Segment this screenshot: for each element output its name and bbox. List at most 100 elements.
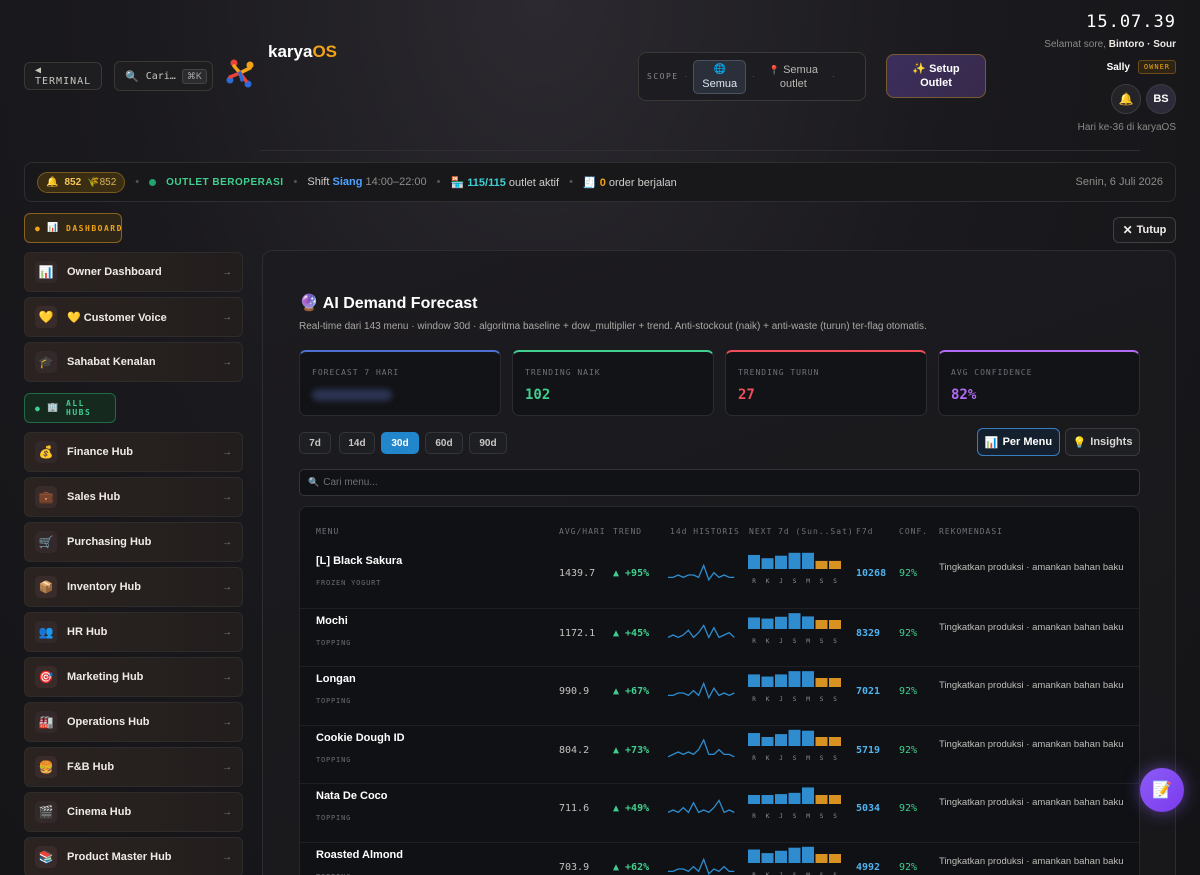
arrow-right-icon: → [222,626,232,638]
day-letter: K [766,578,770,585]
setup-outlet-button[interactable]: ✨ Setup Outlet [886,54,986,98]
scope-all-button[interactable]: 🌐 Semua [693,59,747,94]
forecast-bar [775,733,787,746]
kpi-card: TRENDING NAIK 102 [512,350,714,416]
terminal-button[interactable]: ◀ TERMINAL [24,62,102,90]
forecast-bar [815,795,828,804]
arrow-right-icon: → [222,581,232,593]
user-info: Sally OWNER [1107,60,1176,74]
sidebar-item-sahabat-kenalan[interactable]: 🎓 Sahabat Kenalan → [24,342,243,382]
menu-search-input[interactable]: 🔍 Cari menu... [299,469,1140,496]
period-tab-90d[interactable]: 90d [469,432,507,454]
sidebar-item-operations-hub[interactable]: 🏭 Operations Hub → [24,702,243,742]
day-letter: J [779,638,783,645]
forecast-table: MENU AVG/HARI TREND 14d HISTORIS NEXT 7d… [299,506,1140,875]
table-row[interactable]: [L] Black Sakura FROZEN YOGURT 1439.7 ▲ +95… [300,549,1139,607]
day-letter: M [806,872,810,875]
hub-icon: 🎬 [35,801,57,823]
table-row[interactable]: Cookie Dough ID TOPPING 804.2 ▲ +73% R K J S M S S… [300,724,1139,783]
period-tab-14d[interactable]: 14d [339,432,375,454]
hub-icon: 💼 [35,486,57,508]
sidebar-item-label: 💛 Customer Voice [67,311,167,324]
forecast-bar [815,736,828,746]
notification-button[interactable]: 🔔 [1111,84,1141,114]
sidebar-item-owner-dashboard[interactable]: 📊 Owner Dashboard → [24,252,243,292]
menu-name: Mochi [316,614,348,627]
forecast-bar [761,618,774,629]
day-letter: S [793,696,797,703]
forecast-bar [788,792,801,804]
forecast-bar [829,560,841,569]
day-letter: J [779,578,783,585]
section-all-hubs[interactable]: ● 🏢 ALL HUBS [24,393,116,423]
day-letter: S [833,813,837,820]
page-title: 🔮 AI Demand Forecast [299,295,478,312]
forecast-bar [802,671,814,687]
outlet-count: 🏪 115/115 outlet aktif [450,176,560,189]
sidebar-item-customer-voice[interactable]: 💛 💛 Customer Voice → [24,297,243,337]
recommendation: Tingkatkan produksi · amankan bahan baku [939,621,1124,633]
kpi-value: 82% [951,387,977,403]
arrow-right-icon: → [222,356,232,368]
day-letter: S [820,755,824,762]
col-f7d: F7d [856,527,874,536]
shift-info: Shift Siang 14:00–22:00 [307,176,427,188]
brand-name: karyaOS [268,42,337,61]
forecast-bar [788,612,801,629]
menu-category: TOPPING [316,755,352,764]
sidebar-item-f-b-hub[interactable]: 🍔 F&B Hub → [24,747,243,787]
menu-category: TOPPING [316,697,352,705]
sidebar-item-hr-hub[interactable]: 👥 HR Hub → [24,612,243,652]
table-row[interactable]: Longan TOPPING 990.9 ▲ +67% R K J S M S S 7021 92% Ti… [300,666,1139,724]
sidebar-item-purchasing-hub[interactable]: 🛒 Purchasing Hub → [24,522,243,562]
forecast-bar [761,795,774,804]
avg-per-day: 703.9 [559,861,590,873]
kpi-value-blurred [312,389,392,401]
period-tab-7d[interactable]: 7d [299,432,331,454]
table-row[interactable]: Mochi TOPPING 1172.1 ▲ +45% R K J S M S S 8329 92% Ti… [300,607,1139,666]
period-tab-30d[interactable]: 30d [381,432,419,454]
next7-bars: RKJSMSS [748,549,848,594]
hub-icon: 🍔 [35,756,57,778]
forecast-bar [829,853,841,863]
coins-badge[interactable]: 🔔 852 🌾852 [37,171,126,193]
table-row[interactable]: Roasted AlmondTOPPING703.9▲ +62%RKJSMSS4… [300,841,1139,875]
global-search-button[interactable]: 🔍 Cari… ⌘K [114,61,213,91]
sidebar-item-sales-hub[interactable]: 💼 Sales Hub → [24,477,243,517]
sidebar-item-cinema-hub[interactable]: 🎬 Cinema Hub → [24,792,243,832]
page-subtitle: Real-time dari 143 menu · window 30d · a… [299,321,927,332]
trend-value: ▲ +45% [613,627,650,639]
arrow-right-icon: → [222,761,232,773]
table-row[interactable]: Nata De Coco TOPPING 711.6 ▲ +49% R K J S M S S 503… [300,783,1139,841]
insights-button[interactable]: 💡 Insights [1065,428,1140,456]
sidebar-item-finance-hub[interactable]: 💰 Finance Hub → [24,432,243,472]
sidebar-item-label: Operations Hub [67,716,150,728]
search-icon: 🔍 [125,70,140,83]
close-button[interactable]: ✕ Tutup [1113,217,1176,243]
section-dashboard[interactable]: ● 📊 DASHBOARD [24,213,122,243]
notes-fab-button[interactable]: 📝 [1140,768,1184,812]
sidebar-item-marketing-hub[interactable]: 🎯 Marketing Hub → [24,657,243,697]
scope-outlet-button[interactable]: 📍 Semua outlet [761,61,826,93]
forecast-bar [802,552,814,569]
forecast-bar [829,736,841,746]
arrow-right-icon: → [222,311,232,323]
orders-count: 🧾 0 order berjalan [582,176,677,189]
day-letter: S [793,813,797,820]
arrow-right-icon: → [222,266,232,278]
day-letter: S [793,872,797,875]
karyaos-logo-icon [224,56,258,90]
avg-per-day: 804.2 [559,744,590,756]
col-rec: REKOMENDASI [939,527,1003,536]
sidebar-item-product-master-hub[interactable]: 📚 Product Master Hub → [24,837,243,875]
sidebar-item-inventory-hub[interactable]: 📦 Inventory Hub → [24,567,243,607]
avatar[interactable]: BS [1146,84,1176,114]
forecast-bar [815,560,828,569]
next7-bars: RKJSMSS [748,726,848,771]
per-menu-button[interactable]: 📊 Per Menu [977,428,1060,456]
period-tab-60d[interactable]: 60d [425,432,463,454]
kpi-card: AVG CONFIDENCE 82% [938,350,1140,416]
avg-per-day: 711.6 [559,803,590,814]
day-letter: S [793,578,797,585]
forecast-bar [775,616,787,629]
